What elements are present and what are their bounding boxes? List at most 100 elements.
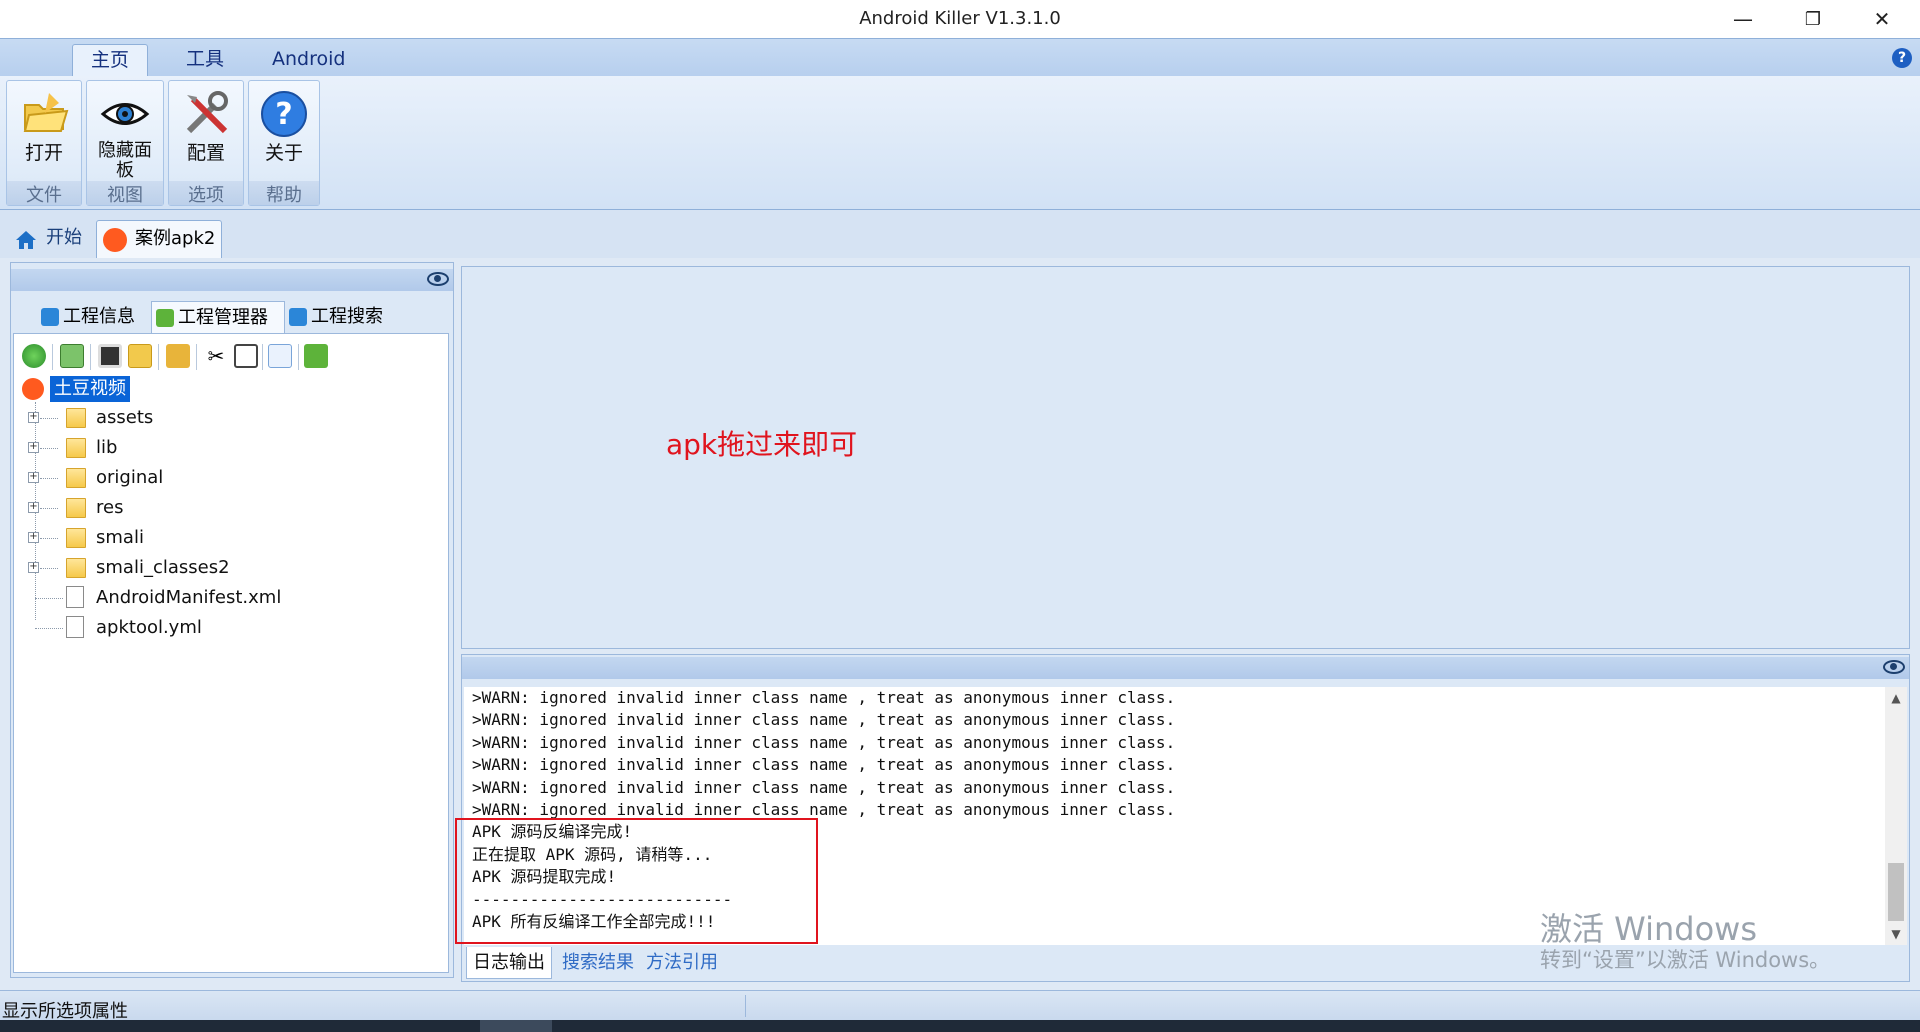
folder-icon — [66, 558, 86, 578]
ribbon-group-options: 配置 选项 — [168, 80, 244, 206]
tab-project-search[interactable]: 工程搜索 — [285, 301, 399, 333]
expand-icon[interactable]: + — [28, 472, 39, 483]
log-line: >WARN: ignored invalid inner class name … — [472, 755, 1176, 775]
tree-connector — [40, 508, 58, 509]
log-line: >WARN: ignored invalid inner class name … — [472, 732, 1176, 752]
tree-item-label: assets — [96, 407, 154, 428]
log-scrollbar[interactable]: ▲ ▼ — [1885, 687, 1907, 945]
open-button[interactable]: 打开 — [7, 81, 81, 181]
pdf-icon[interactable] — [268, 344, 292, 368]
tab-project-info[interactable]: 工程信息 — [37, 301, 151, 333]
tree-toolbar: ✂ — [18, 338, 448, 372]
log-line: >WARN: ignored invalid inner class name … — [472, 710, 1176, 730]
tree-item-lib[interactable]: + lib — [22, 434, 422, 462]
scroll-thumb[interactable] — [1888, 863, 1904, 921]
expand-icon[interactable]: + — [28, 502, 39, 513]
tree-item-label: original — [96, 467, 164, 488]
tree-connector — [40, 418, 58, 419]
open-folder-icon[interactable] — [166, 344, 190, 368]
tab-project-label: 案例apk2 — [135, 228, 216, 249]
rename-icon[interactable] — [234, 344, 258, 368]
tab-project-info-label: 工程信息 — [63, 306, 135, 327]
tree-connector — [40, 568, 58, 569]
tree-connector — [35, 628, 63, 629]
toolbar-separator — [52, 344, 53, 370]
expand-icon[interactable]: + — [28, 532, 39, 543]
taskbar-active-item[interactable] — [480, 1020, 552, 1032]
tree-item-apktool[interactable]: apktool.yml — [22, 614, 422, 642]
tree-item-smali[interactable]: + smali — [22, 524, 422, 552]
tab-search-results[interactable]: 搜索结果 — [556, 947, 636, 979]
log-line: >WARN: ignored invalid inner class name … — [472, 777, 1176, 797]
tree-root-label: 土豆视频 — [50, 376, 130, 402]
panel-header — [11, 269, 453, 291]
tab-home[interactable]: 主页 — [72, 44, 149, 77]
tree-item-assets[interactable]: + assets — [22, 404, 422, 432]
expand-icon[interactable]: + — [28, 562, 39, 573]
ribbon-group-view: 隐藏面板 视图 — [86, 80, 164, 206]
export-icon[interactable] — [60, 344, 84, 368]
android-icon[interactable] — [304, 344, 328, 368]
find-icon[interactable] — [128, 344, 152, 368]
tab-project-search-label: 工程搜索 — [311, 306, 383, 327]
tab-method-refs[interactable]: 方法引用 — [640, 947, 720, 979]
scroll-down-icon[interactable]: ▼ — [1885, 923, 1907, 945]
tab-project-manager-label: 工程管理器 — [178, 307, 268, 328]
open-folder-icon — [19, 89, 69, 139]
tree-item-smali-classes2[interactable]: + smali_classes2 — [22, 554, 422, 582]
restore-button[interactable]: ❐ — [1783, 0, 1843, 38]
hide-panel-button[interactable]: 隐藏面板 — [87, 81, 163, 181]
toolbar-separator — [262, 344, 263, 370]
window-title: Android Killer V1.3.1.0 — [859, 8, 1061, 29]
group-help-label: 帮助 — [249, 181, 319, 206]
eye-icon[interactable] — [427, 272, 449, 286]
about-button[interactable]: ? 关于 — [249, 81, 319, 181]
tree-connector — [40, 448, 58, 449]
close-button[interactable]: ✕ — [1852, 0, 1912, 38]
log-line: >WARN: ignored invalid inner class name … — [472, 688, 1176, 707]
tab-start[interactable]: 开始 — [8, 220, 92, 258]
eye-icon[interactable] — [1883, 660, 1905, 674]
tab-android[interactable]: Android — [254, 44, 363, 77]
tab-project[interactable]: 案例apk2 — [96, 220, 222, 258]
expand-icon[interactable]: + — [28, 412, 39, 423]
project-panel: 工程信息 工程管理器 工程搜索 ✂ 土豆视频 + assets + lib + … — [10, 262, 454, 978]
tree-item-res[interactable]: + res — [22, 494, 422, 522]
ribbon-group-file: 打开 文件 — [6, 80, 82, 206]
minimize-button[interactable]: — — [1713, 0, 1773, 38]
file-icon — [66, 616, 84, 638]
hide-panel-label: 隐藏面板 — [98, 140, 152, 181]
tree-item-label: smali — [96, 527, 144, 548]
ribbon-tab-bar: 主页 工具 Android ? — [0, 38, 1920, 77]
app-logo-icon — [103, 228, 127, 252]
tab-log-output[interactable]: 日志输出 — [466, 947, 552, 979]
log-panel-header — [462, 657, 1909, 679]
xml-file-icon — [66, 586, 84, 608]
refresh-icon[interactable] — [22, 344, 46, 368]
help-icon[interactable]: ? — [1892, 48, 1912, 68]
tree-connector — [40, 538, 58, 539]
search-icon — [289, 308, 307, 326]
svg-text:?: ? — [275, 97, 292, 132]
open-label: 打开 — [24, 142, 63, 164]
about-label: 关于 — [264, 142, 303, 164]
activation-watermark-text: 转到“设置”以激活 Windows。 — [1540, 948, 1831, 972]
folder-icon — [66, 438, 86, 458]
group-options-label: 选项 — [169, 181, 243, 206]
cut-icon[interactable]: ✂ — [204, 344, 228, 368]
tree-item-manifest[interactable]: AndroidManifest.xml — [22, 584, 422, 612]
taskbar — [0, 1020, 1920, 1032]
expand-icon[interactable]: + — [28, 442, 39, 453]
apk-drop-area[interactable]: apk拖过来即可 — [461, 266, 1910, 649]
tab-project-manager[interactable]: 工程管理器 — [151, 301, 285, 333]
config-button[interactable]: 配置 — [169, 81, 243, 181]
tab-tools[interactable]: 工具 — [168, 44, 242, 77]
tools-icon — [181, 89, 231, 139]
tab-start-label: 开始 — [46, 227, 82, 248]
stop-icon[interactable] — [98, 344, 122, 368]
tree-item-original[interactable]: + original — [22, 464, 422, 492]
tree-item-label: res — [96, 497, 124, 518]
group-file-label: 文件 — [7, 181, 81, 206]
ribbon-body: 打开 文件 隐藏面板 视图 配置 选项 ? 关于 帮助 — [0, 76, 1920, 210]
scroll-up-icon[interactable]: ▲ — [1885, 687, 1907, 709]
